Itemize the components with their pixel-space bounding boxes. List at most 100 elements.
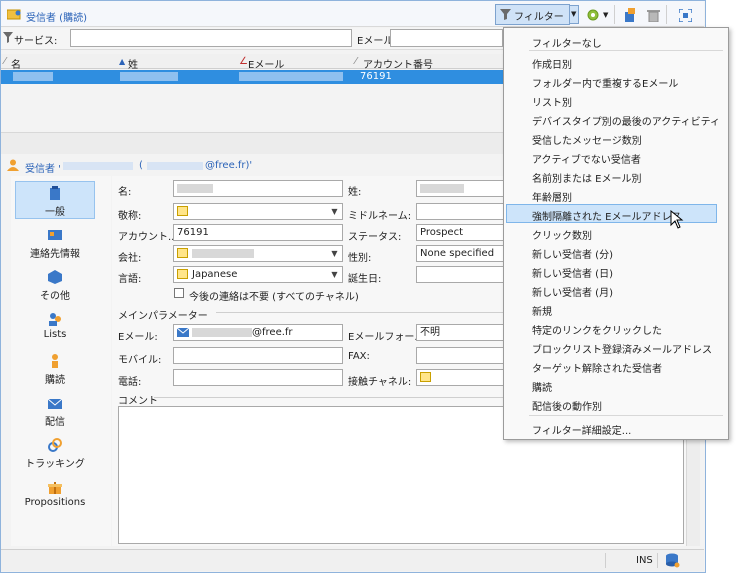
mobile-field[interactable] — [173, 347, 343, 364]
envelope-icon — [48, 398, 62, 409]
menu-item-by-clicks[interactable]: クリック数別 — [532, 227, 592, 242]
menu-item-new-recipients-months[interactable]: 新しい受信者 (月) — [532, 284, 613, 299]
email-filter-input[interactable] — [390, 29, 503, 47]
main-params-section-title: メインパラメーター — [118, 311, 208, 322]
funnel-icon — [3, 32, 13, 43]
row-account-number: 76191 — [360, 71, 392, 82]
window-toolbar: 受信者 (購読) フィルター ▼ ▼ — [1, 1, 704, 27]
account-field[interactable]: 76191 — [173, 224, 343, 241]
window-title: 受信者 (購読) — [26, 13, 87, 24]
nav-item-propositions[interactable]: Propositions — [15, 480, 95, 508]
phone-label: 電話: — [118, 377, 142, 388]
first-name-field[interactable] — [173, 180, 343, 197]
nav-item-tracking[interactable]: トラッキング — [15, 438, 95, 470]
actions-button[interactable]: ▼ — [583, 5, 611, 24]
redacted-last-name — [120, 72, 178, 81]
detail-header-suffix: @free.fr)' — [205, 160, 253, 171]
menu-item-blocklisted-emails[interactable]: ブロックリスト登録済みメールアドレス — [532, 341, 712, 356]
redacted-email — [147, 162, 203, 170]
nav-item-label: 購読 — [45, 375, 65, 386]
database-icon — [666, 553, 680, 568]
detail-navigation: 一般 連絡先情報 その他 Lists 購読 配信 トラッキング Proposit… — [11, 176, 111, 546]
language-select[interactable]: Japanese ▼ — [173, 266, 343, 283]
service-filter-input[interactable] — [70, 29, 352, 47]
nav-item-contact-info[interactable]: 連絡先情報 — [15, 228, 95, 260]
detail-header-prefix: 受信者 ' — [25, 164, 61, 175]
gear-icon — [587, 9, 599, 21]
column-account-number[interactable]: アカウント番号 — [363, 56, 433, 71]
funnel-icon — [500, 9, 511, 20]
status-bar: INS — [1, 549, 704, 571]
menu-item-last-activity-device[interactable]: デバイスタイプ別の最後のアクティビティ — [532, 113, 720, 128]
email-field[interactable]: @free.fr — [173, 324, 343, 341]
group-icon — [49, 313, 61, 326]
service-filter-label: サービス: — [14, 36, 58, 47]
status-label: ステータス: — [348, 232, 402, 243]
nav-item-label: 連絡先情報 — [30, 249, 80, 260]
chevron-down-icon: ▼ — [331, 249, 338, 258]
menu-item-no-filter[interactable]: フィルターなし — [532, 35, 602, 50]
list-icon — [420, 372, 431, 382]
link-icon — [48, 438, 62, 452]
redacted-email — [239, 72, 343, 81]
nav-item-label: その他 — [40, 291, 70, 302]
gift-icon — [48, 482, 62, 494]
no-contact-checkbox[interactable] — [174, 288, 184, 298]
menu-item-untargeted-recipients[interactable]: ターゲット解除された受信者 — [532, 360, 662, 375]
fullscreen-icon — [679, 9, 692, 22]
birthday-label: 誕生日: — [348, 274, 382, 285]
sort-indicator-icon: ⁄ — [4, 56, 6, 67]
column-first-name[interactable]: 名 — [11, 56, 21, 71]
column-last-name[interactable]: 姓 — [128, 56, 138, 71]
chevron-down-icon: ▼ — [331, 270, 338, 279]
menu-item-post-delivery-behavior[interactable]: 配信後の動作別 — [532, 398, 602, 413]
menu-item-new-recipients-days[interactable]: 新しい受信者 (日) — [532, 265, 613, 280]
phone-field[interactable] — [173, 369, 343, 386]
language-label: 言語: — [118, 274, 142, 285]
nav-item-label: 配信 — [45, 417, 65, 428]
nav-item-label: トラッキング — [25, 459, 85, 470]
insert-mode-indicator: INS — [636, 555, 653, 566]
menu-item-by-name-or-email[interactable]: 名前別または Eメール別 — [532, 170, 642, 185]
toolbar-divider — [614, 5, 615, 24]
clipboard-icon — [50, 186, 60, 200]
trash-icon — [647, 10, 660, 22]
menu-item-by-messages-received[interactable]: 受信したメッセージ数別 — [532, 132, 642, 147]
column-email[interactable]: Eメール — [248, 56, 284, 71]
menu-item-clicked-specific-link[interactable]: 特定のリンクをクリックした — [532, 322, 662, 337]
contact-card-icon — [48, 230, 62, 240]
nav-item-other[interactable]: その他 — [15, 270, 95, 302]
sort-indicator-icon: ⁄ — [355, 56, 357, 67]
menu-item-new[interactable]: 新規 — [532, 303, 552, 318]
menu-item-inactive-recipients[interactable]: アクティブでない受信者 — [532, 151, 641, 166]
last-name-label: 姓: — [348, 187, 362, 198]
redacted-name — [63, 162, 133, 170]
menu-item-by-list[interactable]: リスト別 — [532, 94, 572, 109]
menu-item-new-recipients-minutes[interactable]: 新しい受信者 (分) — [532, 246, 613, 261]
expand-button[interactable] — [675, 5, 694, 24]
nav-item-lists[interactable]: Lists — [15, 312, 95, 340]
menu-item-subscriptions[interactable]: 購読 — [532, 379, 552, 394]
filter-dropdown-arrow[interactable]: ▼ — [569, 5, 579, 24]
company-select[interactable]: ▼ — [173, 245, 343, 262]
nav-item-subscriptions[interactable]: 購読 — [15, 354, 95, 386]
account-label: アカウント...: — [118, 232, 181, 243]
middle-name-label: ミドルネーム: — [348, 211, 412, 222]
email-value: @free.fr — [252, 327, 293, 338]
new-recipient-button[interactable] — [620, 5, 639, 24]
menu-item-by-creation-date[interactable]: 作成日別 — [532, 56, 572, 71]
menu-item-advanced-filter[interactable]: フィルター詳細設定... — [532, 422, 631, 437]
fax-label: FAX: — [348, 351, 370, 362]
nav-item-deliveries[interactable]: 配信 — [15, 396, 95, 428]
filter-button[interactable]: フィルター — [495, 4, 570, 25]
menu-item-by-age-group[interactable]: 年齢層別 — [532, 189, 572, 204]
menu-item-duplicate-emails[interactable]: フォルダー内で重複するEメール — [532, 75, 678, 90]
nav-item-general[interactable]: 一般 — [15, 181, 95, 219]
redacted-value — [420, 183, 464, 193]
salutation-select[interactable]: ▼ — [173, 203, 343, 220]
email-label: Eメール: — [118, 332, 158, 343]
mouse-cursor-icon — [670, 210, 684, 229]
list-icon — [177, 269, 188, 279]
delete-button[interactable] — [643, 5, 662, 24]
menu-item-quarantined-emails[interactable]: 強制隔離された Eメールアドレス — [532, 208, 682, 223]
